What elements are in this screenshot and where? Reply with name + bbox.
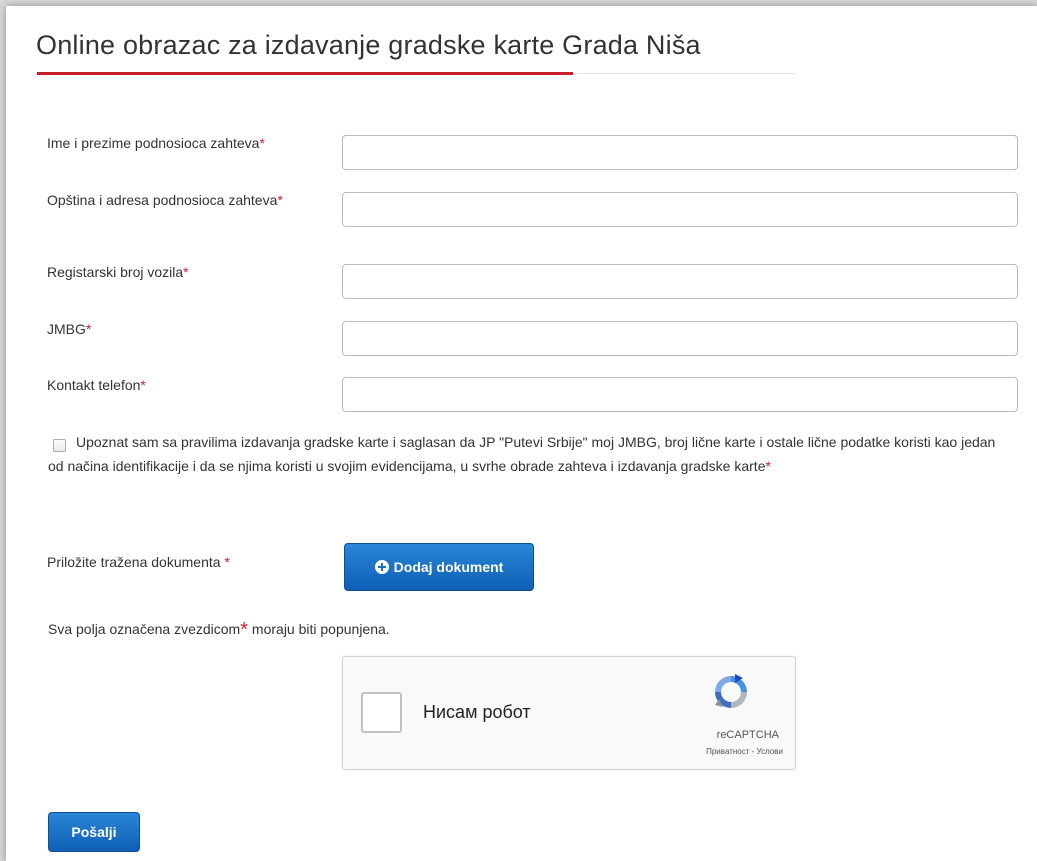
address-input[interactable] [342, 192, 1018, 227]
field-label-text: Kontakt telefon [47, 377, 141, 393]
field-label-registration: Registarski broj vozila* [47, 262, 189, 282]
required-mark: * [277, 192, 283, 208]
required-mark: * [224, 554, 230, 570]
field-label-text: Registarski broj vozila [47, 264, 184, 280]
field-label-text: JMBG [47, 321, 86, 337]
submit-button[interactable]: Pošalji [48, 812, 140, 852]
full-name-input[interactable] [342, 135, 1018, 170]
recaptcha-privacy-terms-links[interactable]: Приватност - Услови [706, 747, 783, 756]
required-note-before: Sva polja označena zvezdicom [48, 621, 241, 637]
plus-circle-icon [374, 560, 389, 574]
phone-input[interactable] [342, 377, 1018, 412]
required-note-after: moraju biti popunjena. [248, 621, 390, 637]
field-label-name: Ime i prezime podnosioca zahteva* [47, 133, 265, 153]
required-mark: * [765, 458, 771, 474]
required-mark: * [85, 321, 92, 337]
required-mark: * [259, 135, 265, 151]
field-label-text: Opština i adresa podnosioca zahteva [47, 192, 278, 208]
add-document-label: Dodaj dokument [393, 559, 504, 575]
field-label-jmbg: JMBG* [47, 319, 91, 339]
recaptcha-label: Нисам робот [423, 702, 531, 722]
recaptcha-logo-icon [715, 674, 747, 708]
recaptcha-widget: Нисам робот reCAPTCHA Приватност - Услов… [342, 656, 796, 770]
consent-text: Upoznat sam sa pravilima izdavanja grads… [48, 430, 1008, 478]
page-title: Online obrazac za izdavanje gradske kart… [36, 30, 701, 60]
registration-number-input[interactable] [342, 264, 1018, 299]
consent-label: Upoznat sam sa pravilima izdavanja grads… [48, 434, 996, 474]
required-mark: * [183, 264, 189, 280]
jmbg-input[interactable] [342, 321, 1018, 356]
form-card: Online obrazac za izdavanje gradske kart… [6, 6, 1037, 861]
documents-label-text: Priložite tražena dokumenta [47, 554, 225, 570]
required-mark: * [240, 619, 249, 641]
recaptcha-brand: reCAPTCHA [716, 729, 779, 741]
required-note: Sva polja označena zvezdicom* moraju bit… [48, 617, 390, 641]
add-document-button[interactable]: Dodaj dokument [344, 543, 534, 591]
submit-label: Pošalji [71, 824, 117, 840]
field-label-text: Ime i prezime podnosioca zahteva [47, 135, 260, 151]
title-divider-accent [37, 72, 573, 75]
documents-label: Priložite tražena dokumenta * [47, 552, 230, 572]
required-mark: * [140, 377, 146, 393]
recaptcha-checkbox[interactable] [361, 692, 402, 733]
field-label-address: Opština i adresa podnosioca zahteva* [47, 190, 307, 210]
field-label-phone: Kontakt telefon* [47, 375, 146, 395]
